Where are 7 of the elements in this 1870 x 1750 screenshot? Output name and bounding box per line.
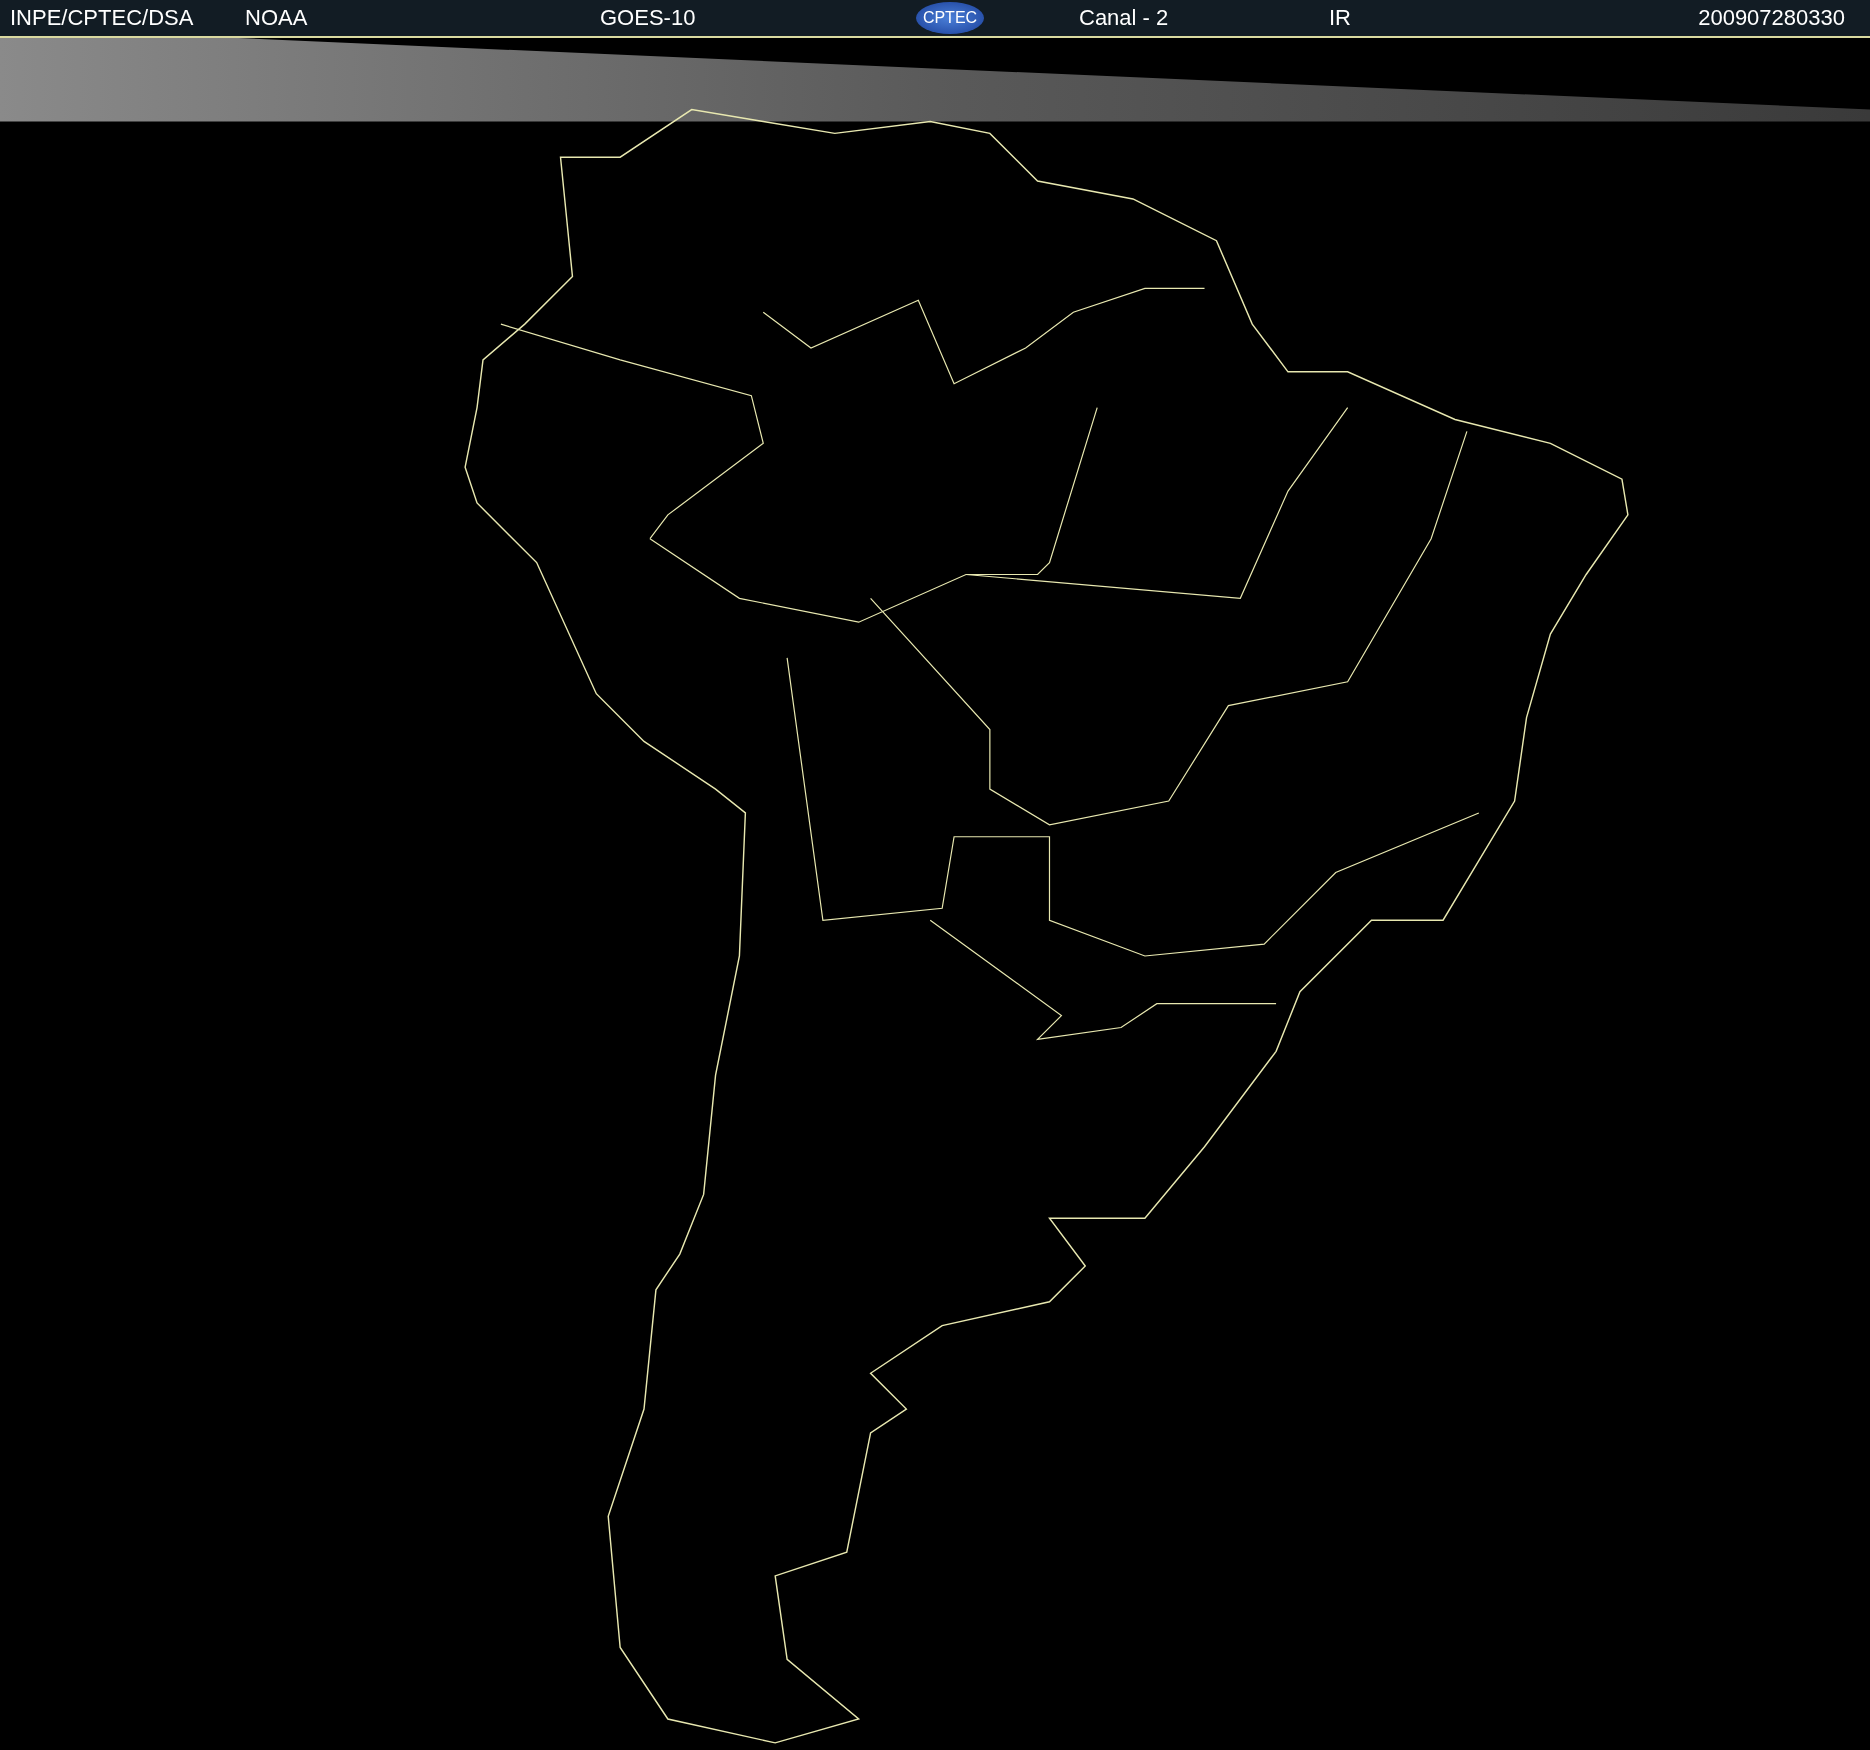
- satellite-label: GOES-10: [600, 5, 697, 31]
- timestamp-label: 200907280330: [1698, 5, 1845, 31]
- agency-label: NOAA: [245, 5, 309, 31]
- channel-label: Canal - 2: [1079, 5, 1170, 31]
- logo: CPTEC: [916, 2, 984, 34]
- source-label: INPE/CPTEC/DSA: [10, 5, 195, 31]
- band-label: IR: [1329, 5, 1352, 31]
